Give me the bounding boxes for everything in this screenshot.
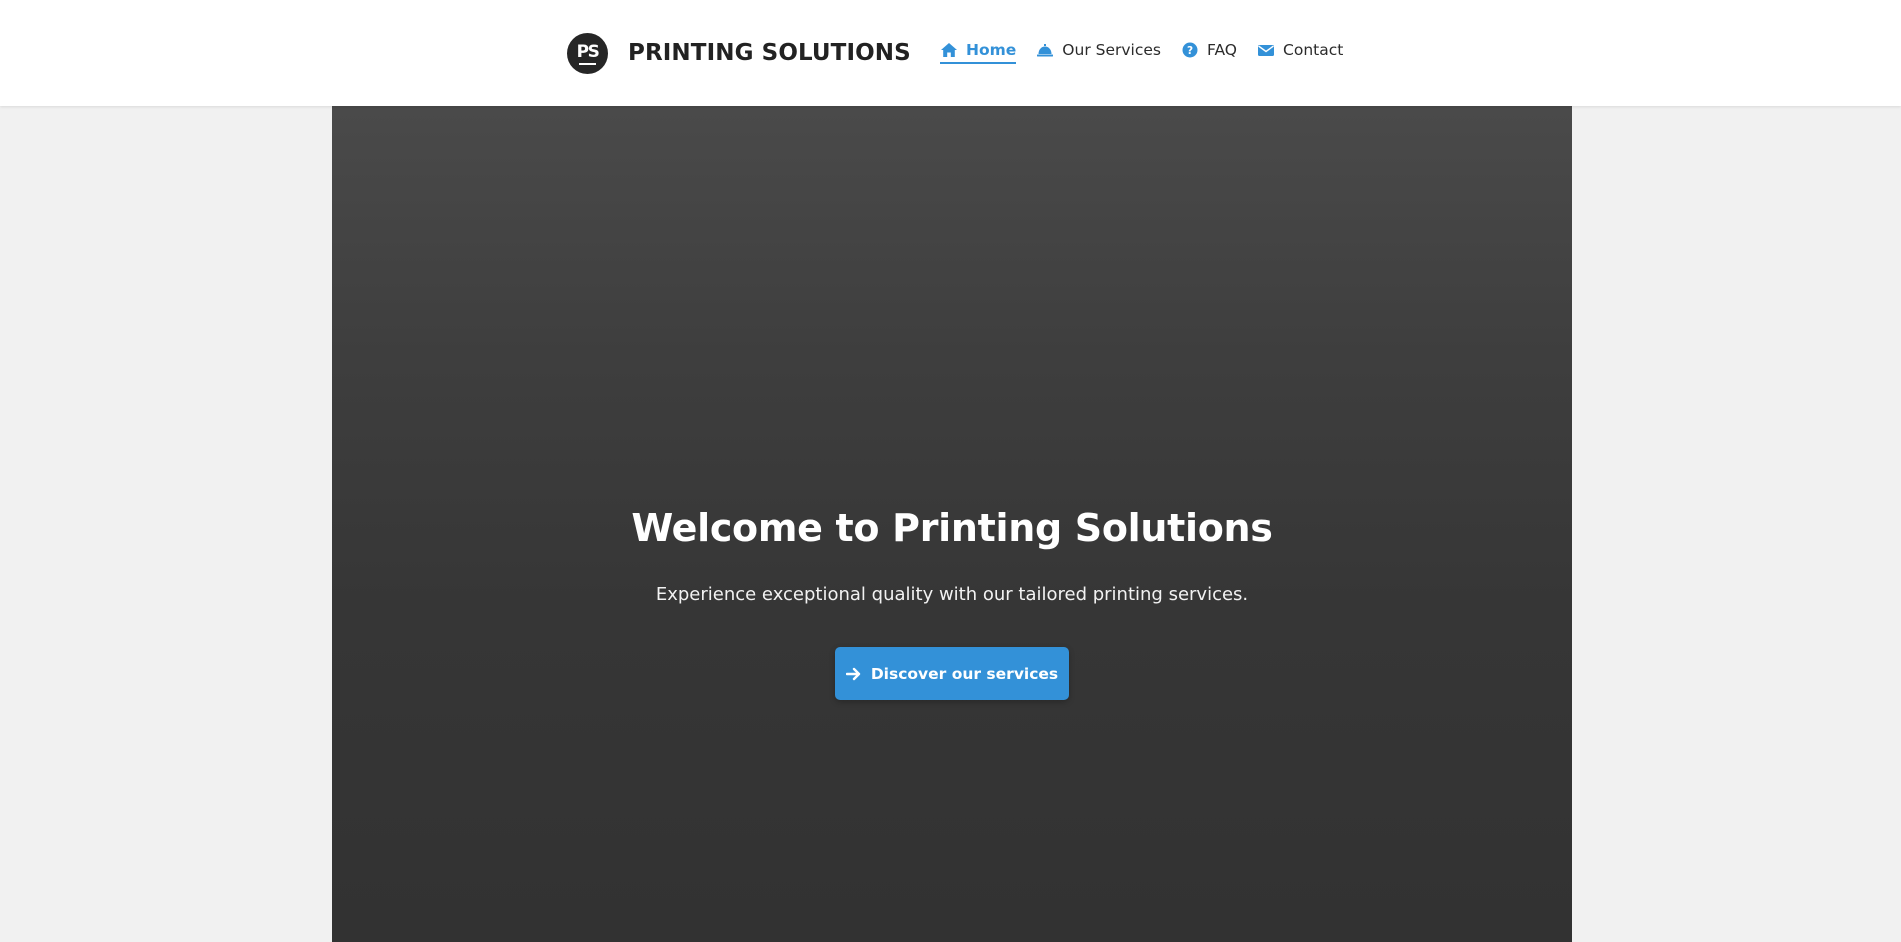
nav-label-faq: FAQ: [1206, 41, 1238, 59]
nav-item-services[interactable]: Our Services: [1036, 41, 1161, 64]
hero-section: Welcome to Printing Solutions Experience…: [332, 106, 1572, 942]
logo-mark: PS: [576, 41, 600, 62]
site-header: PS PRINTING SOLUTIONS Home Our Services: [0, 0, 1901, 106]
nav-label-contact: Contact: [1283, 41, 1344, 59]
logo: PS: [567, 32, 608, 74]
logo-underline: [579, 62, 596, 65]
bell-icon: [1036, 42, 1054, 58]
brand-link[interactable]: PS PRINTING SOLUTIONS: [567, 32, 911, 74]
hero-subtitle: Experience exceptional quality with our …: [655, 584, 1249, 605]
nav-label-home: Home: [966, 41, 1017, 59]
svg-text:?: ?: [1187, 45, 1193, 57]
nav-item-faq[interactable]: ? FAQ: [1181, 41, 1237, 64]
nav-label-services: Our Services: [1062, 41, 1161, 59]
nav-item-contact[interactable]: Contact: [1257, 41, 1343, 64]
cta-label: Discover our services: [870, 664, 1059, 683]
main-nav: Home Our Services ? FAQ Contact: [940, 41, 1343, 64]
envelope-icon: [1257, 42, 1275, 58]
brand-name: PRINTING SOLUTIONS: [628, 40, 911, 66]
hero-title: Welcome to Printing Solutions: [631, 506, 1273, 550]
question-circle-icon: ?: [1181, 42, 1199, 58]
nav-item-home[interactable]: Home: [940, 41, 1017, 64]
home-icon: [940, 42, 958, 58]
discover-services-button[interactable]: Discover our services: [835, 647, 1069, 700]
arrow-right-icon: [845, 667, 862, 681]
